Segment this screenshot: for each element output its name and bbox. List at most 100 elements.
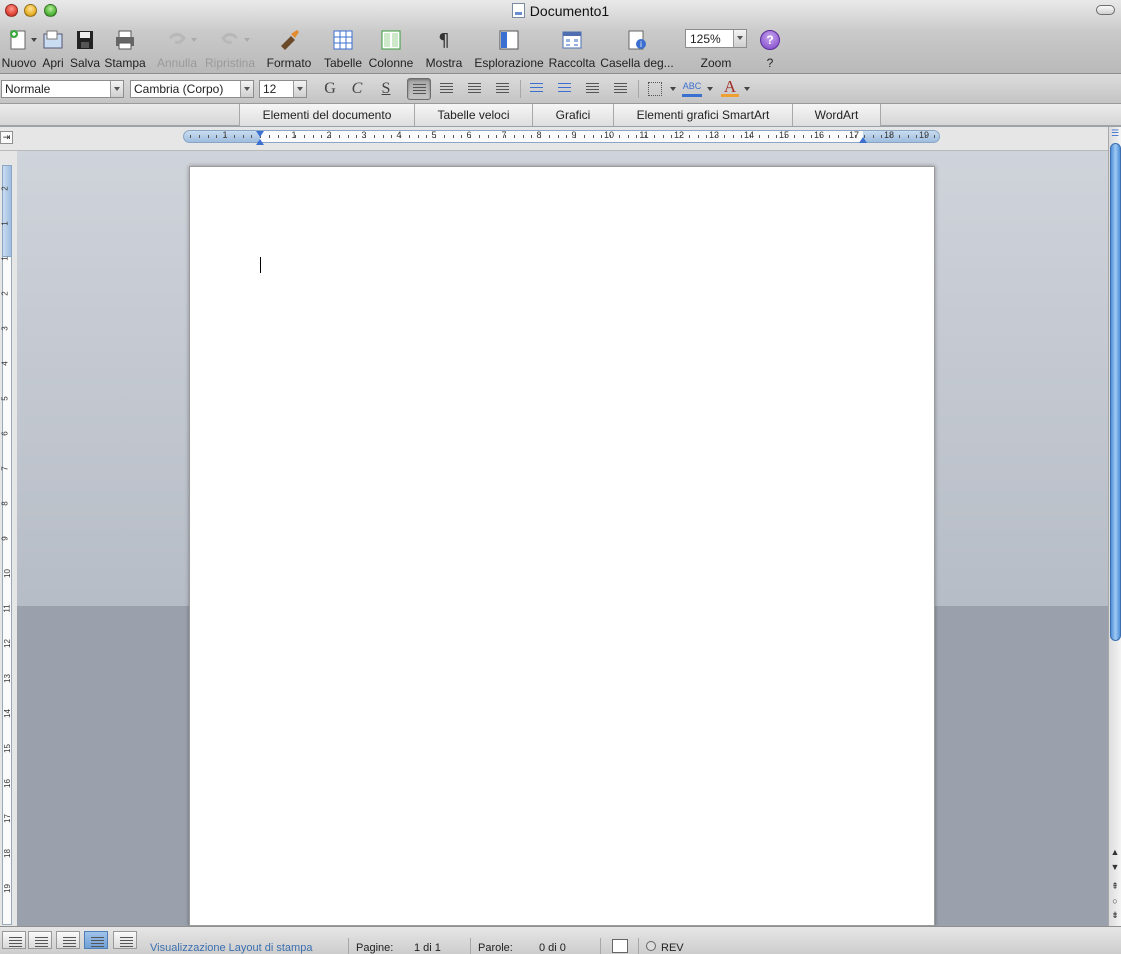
next-page-icon[interactable]: ⇟ — [1109, 909, 1121, 922]
tab-quick-tables[interactable]: Tabelle veloci — [414, 104, 533, 126]
notebook-view-button[interactable] — [113, 931, 137, 949]
split-view-icon[interactable]: ☰ — [1109, 127, 1121, 140]
italic-button[interactable]: C — [347, 79, 367, 99]
vertical-ruler-marks: 2 1 1 2 3 4 5 6 7 8 9 10 11 12 13 14 15 16 17 18 19 — [0, 151, 17, 926]
tab-document-elements[interactable]: Elementi del documento — [239, 104, 415, 126]
bullet-list-button[interactable] — [553, 78, 577, 100]
ruler-tick — [811, 135, 812, 138]
print-layout-view-button[interactable] — [84, 931, 108, 949]
chevron-down-icon[interactable] — [744, 87, 750, 91]
chevron-down-icon[interactable] — [707, 87, 713, 91]
format-button[interactable]: Formato — [265, 26, 313, 72]
increase-indent-button[interactable] — [609, 78, 633, 100]
tab-smartart[interactable]: Elementi grafici SmartArt — [613, 104, 793, 126]
separator — [638, 80, 639, 98]
ruler-tick — [286, 135, 287, 138]
gallery-button[interactable]: Raccolta — [548, 26, 596, 72]
navigation-button[interactable]: Esplorazione — [474, 26, 544, 72]
draft-view-button[interactable] — [2, 931, 26, 949]
ruler-tick — [426, 135, 427, 138]
font-color-icon[interactable]: A — [721, 77, 739, 97]
highlight-icon[interactable]: ABC — [682, 81, 702, 97]
ruler-tick — [733, 135, 734, 138]
decrease-indent-button[interactable] — [581, 78, 605, 100]
ruler-tick — [610, 135, 611, 138]
font-size-select[interactable]: 12 — [259, 80, 307, 98]
vertical-ruler-number: 8 — [0, 501, 10, 506]
align-left-button[interactable] — [407, 78, 431, 100]
print-button[interactable]: Stampa — [103, 26, 147, 72]
words-label: Parole: — [478, 942, 513, 954]
publishing-view-button[interactable] — [56, 931, 80, 949]
save-button[interactable]: Salva — [69, 26, 101, 72]
ruler-number: 13 — [708, 130, 720, 140]
redo-button[interactable]: Ripristina — [203, 26, 257, 72]
right-indent-icon[interactable] — [859, 137, 867, 143]
document-page[interactable] — [189, 166, 935, 926]
columns-button[interactable]: Colonne — [366, 26, 416, 72]
horizontal-ruler[interactable]: 112345678910111213141516171819 — [0, 127, 1108, 151]
track-changes-label[interactable]: REV — [661, 942, 684, 954]
svg-text:i: i — [640, 40, 642, 49]
ruler-tick — [523, 135, 524, 138]
previous-page-icon[interactable]: ⇞ — [1109, 880, 1121, 893]
chevron-down-icon[interactable] — [110, 81, 123, 97]
ruler-tick — [549, 135, 550, 138]
toolbox-button[interactable]: i Casella deg... — [600, 26, 674, 72]
help-icon[interactable]: ? — [760, 30, 780, 50]
outline-view-button[interactable] — [28, 931, 52, 949]
words-value: 0 di 0 — [539, 942, 566, 954]
chevron-down-icon[interactable] — [733, 30, 746, 47]
pages-value: 1 di 1 — [414, 942, 441, 954]
separator — [348, 938, 349, 954]
left-indent-icon[interactable] — [256, 139, 264, 145]
ruler-tick — [873, 135, 874, 138]
spelling-status-icon[interactable] — [612, 939, 628, 953]
numbered-list-button[interactable] — [525, 78, 549, 100]
tab-charts[interactable]: Grafici — [532, 104, 614, 126]
svg-text:¶: ¶ — [438, 30, 449, 51]
chevron-down-icon[interactable] — [293, 81, 306, 97]
ruler-tick — [531, 135, 532, 138]
ruler-tick — [908, 135, 909, 138]
vertical-ruler-number: 12 — [2, 639, 12, 648]
borders-icon[interactable] — [648, 82, 662, 96]
chevron-down-icon[interactable] — [670, 87, 676, 91]
vertical-ruler[interactable]: 2 1 1 2 3 4 5 6 7 8 9 10 11 12 13 14 15 16 17 18 19 — [0, 151, 17, 926]
new-button[interactable]: Nuovo — [0, 26, 38, 72]
track-changes-icon[interactable] — [646, 941, 656, 951]
ruler-tick — [348, 135, 349, 138]
first-line-indent-icon[interactable] — [256, 131, 264, 137]
align-center-button[interactable] — [435, 78, 459, 100]
font-select[interactable]: Cambria (Corpo) — [130, 80, 254, 98]
underline-button[interactable]: S — [376, 79, 396, 99]
ruler-tick — [321, 135, 322, 138]
tab-wordart[interactable]: WordArt — [792, 104, 881, 126]
show-formatting-button[interactable]: ¶ Mostra — [424, 26, 464, 72]
scrollbar-thumb[interactable] — [1110, 143, 1121, 641]
floppy-disk-icon — [77, 31, 93, 49]
table-grid-icon — [333, 30, 353, 50]
zoom-field[interactable]: 125% — [685, 29, 747, 48]
separator — [600, 938, 601, 954]
pages-label: Pagine: — [356, 942, 394, 954]
undo-button[interactable]: Annulla — [155, 26, 199, 72]
draft-view-icon — [9, 937, 22, 948]
browse-object-icon[interactable]: ○ — [1109, 895, 1121, 908]
scroll-up-icon[interactable]: ▲ — [1109, 846, 1121, 859]
chevron-down-icon[interactable] — [240, 81, 253, 97]
justify-button[interactable] — [491, 78, 515, 100]
ruler-number: 11 — [639, 130, 649, 140]
align-right-button[interactable] — [463, 78, 487, 100]
toolbar-toggle-button[interactable] — [1096, 5, 1115, 15]
style-select[interactable]: Normale — [1, 80, 124, 98]
ruler-tick — [190, 135, 191, 138]
scroll-down-icon[interactable]: ▼ — [1109, 861, 1121, 874]
ruler-tick — [234, 135, 235, 138]
bold-button[interactable]: G — [320, 79, 340, 99]
new-document-icon — [10, 30, 26, 50]
vertical-ruler-number: 9 — [0, 536, 10, 541]
tables-button[interactable]: Tabelle — [321, 26, 365, 72]
vertical-ruler-number: 6 — [0, 431, 10, 436]
open-button[interactable]: Apri — [40, 26, 66, 72]
